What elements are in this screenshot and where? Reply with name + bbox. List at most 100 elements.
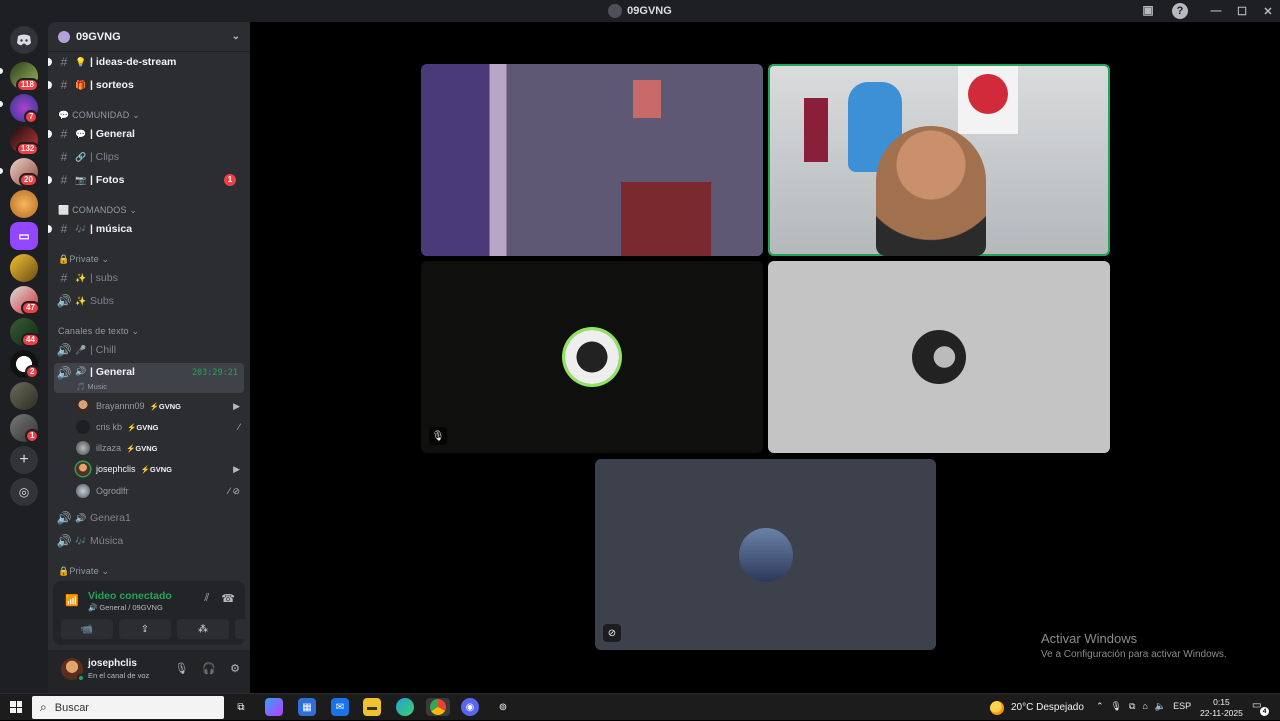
- maximize-button[interactable]: ☐: [1230, 5, 1254, 18]
- server-icon[interactable]: [10, 190, 38, 218]
- inbox-icon[interactable]: ▣: [1140, 3, 1156, 19]
- member-tag: ⚡GVNG: [126, 443, 158, 453]
- voice-channel-genera1[interactable]: 🔊 🔊 Genera1: [54, 508, 244, 528]
- unread-pill: [48, 225, 52, 233]
- channel-name: | Chill: [90, 344, 117, 356]
- disconnect-icon[interactable]: ☎: [221, 592, 235, 605]
- chevron-up-icon[interactable]: ⌃: [1096, 701, 1104, 712]
- discord-taskbar-icon[interactable]: ◉: [461, 698, 479, 716]
- wall-poster: [633, 80, 661, 118]
- copilot-icon[interactable]: [265, 698, 283, 716]
- hash-icon: #: [60, 271, 68, 285]
- voice-member[interactable]: Brayannn09 ⚡GVNG ▶: [76, 396, 244, 416]
- noise-suppression-icon[interactable]: ⫽: [204, 592, 209, 605]
- voice-channel-subs[interactable]: 🔊 ✨ Subs: [54, 291, 244, 311]
- activities-button[interactable]: ⁂: [177, 619, 229, 639]
- voice-member[interactable]: illzaza ⚡GVNG: [76, 438, 244, 458]
- discord-home-button[interactable]: [10, 26, 38, 54]
- notification-badge: 4: [1260, 707, 1269, 716]
- settings-gear-icon[interactable]: ⚙: [230, 662, 240, 675]
- minimize-button[interactable]: —: [1204, 5, 1228, 17]
- taskbar-search[interactable]: ⌕ Buscar: [32, 696, 224, 719]
- channel-name: | General: [90, 128, 135, 140]
- category-canales-de-texto[interactable]: Canales de texto ⌄: [58, 326, 139, 337]
- clock-time: 0:15: [1213, 697, 1230, 707]
- server-icon: [58, 30, 70, 43]
- video-tile-no-camera[interactable]: 🎙: [421, 261, 763, 453]
- weather-widget[interactable]: 20°C Despejado: [990, 694, 1084, 721]
- store-icon[interactable]: ▦: [298, 698, 316, 716]
- edge-icon[interactable]: [396, 698, 414, 716]
- video-icon: ▶: [233, 463, 240, 474]
- language-indicator[interactable]: ESP: [1173, 701, 1191, 712]
- voice-status[interactable]: Video conectado: [88, 590, 172, 602]
- server-badge: 132: [16, 142, 40, 156]
- discord-icon: [17, 34, 31, 46]
- channel-fotos[interactable]: # 📷 | Fotos 1: [48, 170, 244, 190]
- member-name: cris kb: [96, 422, 123, 432]
- task-view-icon[interactable]: ⧉: [232, 698, 250, 716]
- member-name: Ogrodlfr: [96, 486, 129, 496]
- twitch-icon[interactable]: ▭: [10, 222, 38, 250]
- add-server-icon[interactable]: +: [10, 446, 38, 474]
- voice-timer: 203:29:21: [191, 368, 238, 378]
- speaker-icon: 🔊: [56, 343, 72, 357]
- voice-member[interactable]: cris kb ⚡GVNG ⁄: [76, 417, 244, 437]
- category-comandos[interactable]: ⬜ COMANDOS ⌄: [58, 205, 137, 216]
- channel-emoji: 🎶: [75, 223, 87, 234]
- user-name[interactable]: josephclis: [88, 658, 137, 669]
- windows-start-icon[interactable]: [10, 701, 22, 713]
- channel-musica[interactable]: # 🎶 | música: [48, 219, 244, 239]
- voice-member[interactable]: Ogrodlfr ⁄ ⊘: [76, 481, 244, 501]
- voice-channel-musica[interactable]: 🔊 🎶 Música: [54, 531, 244, 551]
- member-tag: ⚡GVNG: [127, 422, 159, 432]
- channel-name: | Clips: [90, 151, 119, 163]
- app-tray-icon[interactable]: ⧉: [1129, 701, 1135, 712]
- channel-status: 🎵 Music: [76, 382, 108, 391]
- voice-channel-chill[interactable]: 🔊 🎤 | Chill: [54, 340, 244, 360]
- camera-button[interactable]: 📹: [61, 619, 113, 639]
- clock[interactable]: 0:15 22-11-2025: [1200, 697, 1243, 719]
- channel-ideas-de-stream[interactable]: # 💡 | ideas-de-stream: [48, 52, 244, 72]
- microphone-icon[interactable]: 🎙: [174, 662, 188, 675]
- app-icon[interactable]: ⊚: [494, 698, 512, 716]
- file-explorer-icon[interactable]: ▬: [363, 698, 381, 716]
- server-header[interactable]: 09GVNG ⌄: [48, 22, 250, 52]
- member-tag: ⚡GVNG: [140, 464, 172, 474]
- video-tile-no-camera[interactable]: [768, 261, 1110, 453]
- close-button[interactable]: ✕: [1256, 5, 1280, 18]
- voice-location[interactable]: 🔊 General / 09GVNG: [88, 603, 163, 612]
- channel-sorteos[interactable]: # 🎁 | sorteos: [48, 75, 244, 95]
- category-private-2[interactable]: 🔒Private ⌄: [58, 566, 109, 577]
- server-badge: 1: [25, 429, 40, 443]
- headphones-icon[interactable]: 🎧: [202, 662, 216, 675]
- server-icon[interactable]: [10, 254, 38, 282]
- outlook-icon[interactable]: ✉: [331, 698, 349, 716]
- discover-icon[interactable]: ◎: [10, 478, 38, 506]
- volume-icon[interactable]: 🔈: [1155, 701, 1166, 712]
- help-icon[interactable]: ?: [1172, 3, 1188, 19]
- channel-name: | música: [90, 223, 133, 235]
- video-tile-speaking[interactable]: [768, 64, 1110, 256]
- screen-share-button[interactable]: ⇪: [119, 619, 171, 639]
- channel-clips[interactable]: # 🔗 | Clips: [54, 147, 244, 167]
- network-icon[interactable]: ⌂: [1142, 701, 1147, 712]
- signal-icon[interactable]: 📶: [65, 594, 79, 607]
- mic-tray-icon[interactable]: 🎙: [1111, 701, 1122, 712]
- server-icon[interactable]: [10, 382, 38, 410]
- chrome-icon[interactable]: [426, 698, 450, 716]
- voice-connection-panel: 📶 Video conectado 🔊 General / 09GVNG ⫽ ☎…: [53, 581, 287, 645]
- channel-emoji: 💬: [75, 128, 87, 139]
- channel-general[interactable]: # 💬 | General: [48, 124, 244, 144]
- category-comunidad[interactable]: 💬 COMUNIDAD ⌄: [58, 110, 140, 121]
- channel-subs[interactable]: # ✨ | subs: [54, 268, 244, 288]
- video-tile-camera-room[interactable]: [421, 64, 763, 256]
- channel-emoji: 🔊: [75, 512, 87, 523]
- channel-emoji: ✨: [75, 295, 87, 306]
- channel-emoji: 🎤: [75, 344, 87, 355]
- voice-member[interactable]: josephclis ⚡GVNG ▶: [76, 459, 244, 479]
- video-tile-no-camera[interactable]: ⊘: [595, 459, 936, 650]
- hash-icon: #: [60, 55, 68, 69]
- category-private[interactable]: 🔒Private ⌄: [58, 254, 109, 265]
- unread-pill: [0, 101, 3, 107]
